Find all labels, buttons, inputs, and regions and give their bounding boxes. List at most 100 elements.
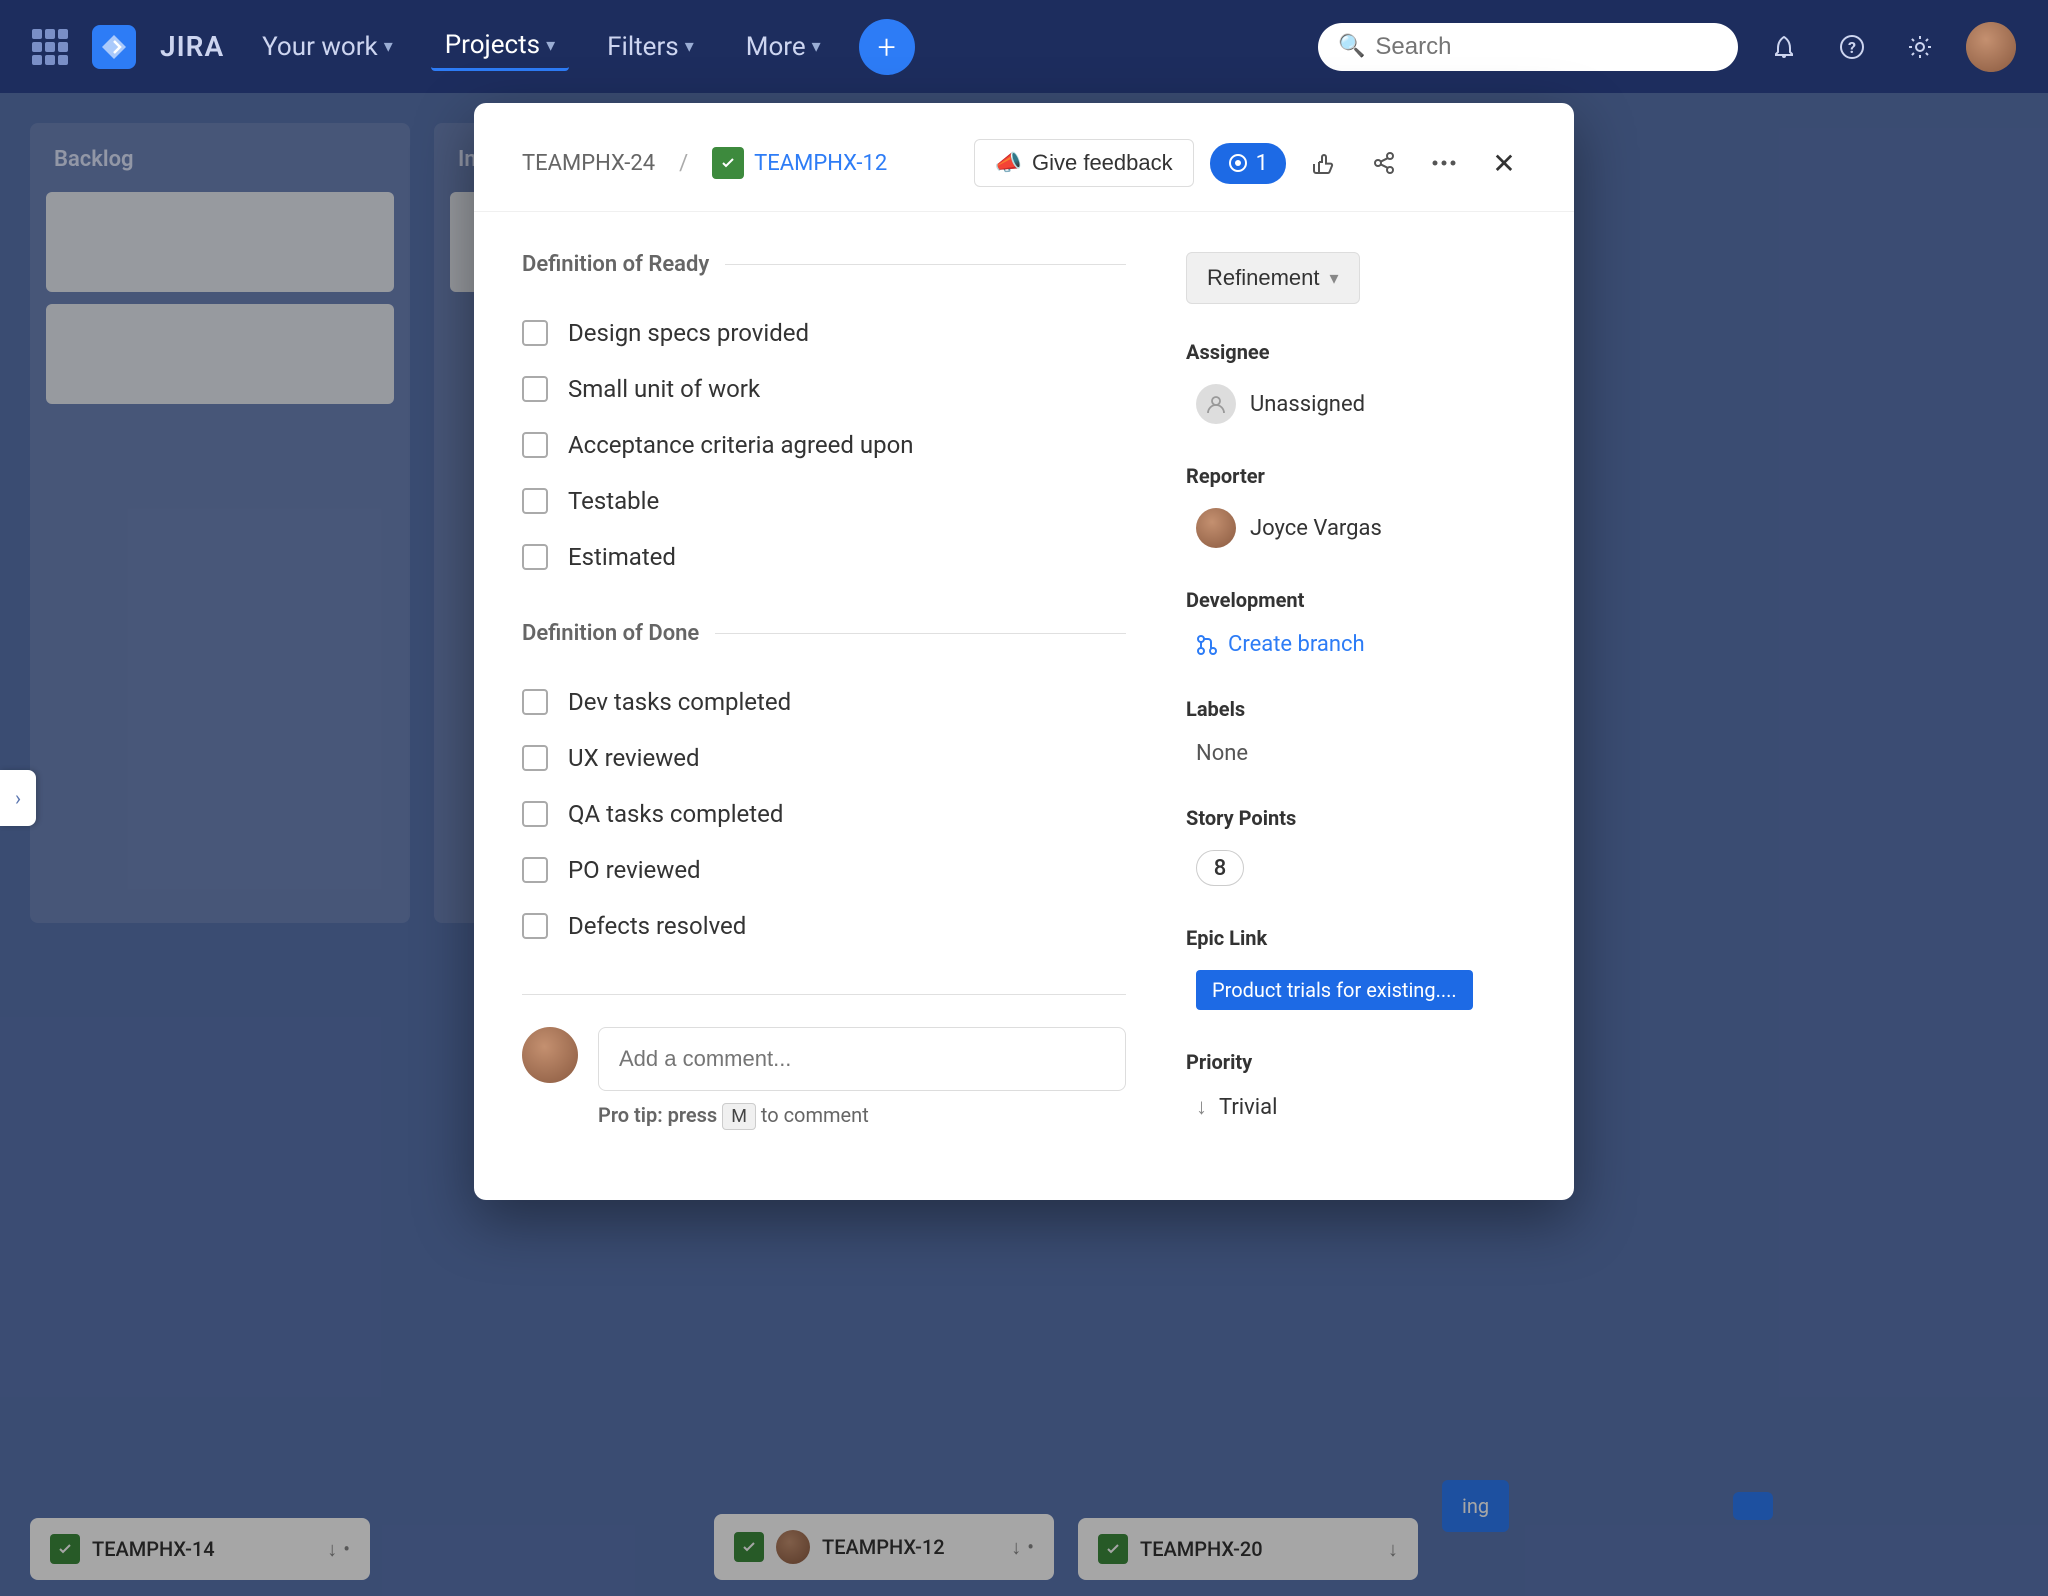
- checklist-label: Small unit of work: [568, 375, 760, 403]
- checkbox[interactable]: [522, 689, 548, 715]
- ready-section-header: Definition of Ready: [522, 252, 1126, 277]
- priority-field: Priority ↓ Trivial: [1186, 1050, 1526, 1128]
- checkbox[interactable]: [522, 913, 548, 939]
- priority-label: Priority: [1186, 1050, 1526, 1074]
- comment-tip: Pro tip: press M to comment: [598, 1103, 1126, 1130]
- checklist-label: PO reviewed: [568, 856, 701, 884]
- reporter-field: Reporter Joyce Vargas: [1186, 464, 1526, 556]
- nav-your-work[interactable]: Your work ▾: [248, 24, 407, 70]
- sprint-selector[interactable]: Refinement ▾: [1186, 252, 1360, 304]
- breadcrumb-issue: TEAMPHX-12: [712, 147, 887, 179]
- done-section-title: Definition of Done: [522, 621, 699, 646]
- assignee-value[interactable]: Unassigned: [1186, 376, 1526, 432]
- priority-value[interactable]: ↓ Trivial: [1186, 1086, 1526, 1128]
- checklist-label: Acceptance criteria agreed upon: [568, 431, 914, 459]
- checklist-item[interactable]: QA tasks completed: [522, 786, 1126, 842]
- modal-overlay: TEAMPHX-24 / TEAMPHX-12 📣 Give feedback: [0, 93, 2048, 1596]
- modal-header: TEAMPHX-24 / TEAMPHX-12 📣 Give feedback: [474, 103, 1574, 212]
- watch-button[interactable]: 1: [1210, 143, 1286, 184]
- jira-logo: [92, 25, 136, 69]
- comment-input[interactable]: [598, 1027, 1126, 1091]
- svg-text:?: ?: [1848, 38, 1856, 57]
- checkbox[interactable]: [522, 745, 548, 771]
- checklist-item[interactable]: Small unit of work: [522, 361, 1126, 417]
- issue-type-icon: [712, 147, 744, 179]
- help-button[interactable]: ?: [1830, 25, 1874, 69]
- modal-right-panel: Refinement ▾ Assignee Unassigned: [1186, 252, 1526, 1160]
- checklist-item[interactable]: Acceptance criteria agreed upon: [522, 417, 1126, 473]
- checklist-item[interactable]: Estimated: [522, 529, 1126, 585]
- breadcrumb-parent[interactable]: TEAMPHX-24: [522, 151, 655, 176]
- checkbox[interactable]: [522, 801, 548, 827]
- epic-link-value[interactable]: Product trials for existing....: [1196, 970, 1473, 1010]
- done-checklist: Dev tasks completed UX reviewed QA tasks…: [522, 674, 1126, 954]
- story-points-badge[interactable]: 8: [1196, 850, 1244, 886]
- section-divider-line: [715, 633, 1126, 634]
- checklist-label: UX reviewed: [568, 744, 700, 772]
- comment-input-wrap: Pro tip: press M to comment: [598, 1027, 1126, 1130]
- checklist-label: Design specs provided: [568, 319, 809, 347]
- checklist-item[interactable]: Design specs provided: [522, 305, 1126, 361]
- nav-more[interactable]: More ▾: [732, 24, 835, 70]
- unassigned-avatar: [1196, 384, 1236, 424]
- assignee-field: Assignee Unassigned: [1186, 340, 1526, 432]
- close-button[interactable]: ✕: [1482, 141, 1526, 185]
- checklist-label: Defects resolved: [568, 912, 746, 940]
- checkbox[interactable]: [522, 432, 548, 458]
- sidebar-expand-button[interactable]: ›: [0, 770, 36, 826]
- checklist-label: Dev tasks completed: [568, 688, 791, 716]
- search-bar[interactable]: 🔍: [1318, 23, 1738, 71]
- chevron-down-icon: ▾: [812, 36, 821, 57]
- checklist-label: Testable: [568, 487, 659, 515]
- notifications-button[interactable]: [1762, 25, 1806, 69]
- checklist-item[interactable]: PO reviewed: [522, 842, 1126, 898]
- create-button[interactable]: +: [859, 19, 915, 75]
- topnav: JIRA Your work ▾ Projects ▾ Filters ▾ Mo…: [0, 0, 2048, 93]
- comment-user-avatar: [522, 1027, 578, 1083]
- checkbox[interactable]: [522, 857, 548, 883]
- checklist-item[interactable]: Defects resolved: [522, 898, 1126, 954]
- development-label: Development: [1186, 588, 1526, 612]
- nav-projects[interactable]: Projects ▾: [431, 22, 569, 71]
- checklist-label: Estimated: [568, 543, 676, 571]
- ready-checklist: Design specs provided Small unit of work…: [522, 305, 1126, 585]
- assignee-label: Assignee: [1186, 340, 1526, 364]
- modal-header-actions: 📣 Give feedback 1: [974, 139, 1526, 187]
- priority-icon: ↓: [1196, 1094, 1207, 1120]
- labels-value[interactable]: None: [1186, 733, 1526, 774]
- reporter-label: Reporter: [1186, 464, 1526, 488]
- search-icon: 🔍: [1338, 34, 1365, 59]
- checklist-item[interactable]: UX reviewed: [522, 730, 1126, 786]
- labels-label: Labels: [1186, 697, 1526, 721]
- breadcrumb-issue-key[interactable]: TEAMPHX-12: [754, 151, 887, 176]
- modal-body: Definition of Ready Design specs provide…: [474, 212, 1574, 1200]
- checkbox[interactable]: [522, 544, 548, 570]
- user-avatar[interactable]: [1966, 22, 2016, 72]
- reporter-value[interactable]: Joyce Vargas: [1186, 500, 1526, 556]
- checklist-label: QA tasks completed: [568, 800, 783, 828]
- checkbox[interactable]: [522, 320, 548, 346]
- nav-filters[interactable]: Filters ▾: [593, 24, 708, 70]
- chevron-down-icon: ▾: [1330, 268, 1339, 289]
- story-points-field: Story Points 8: [1186, 806, 1526, 894]
- keyboard-shortcut-key: M: [722, 1103, 756, 1130]
- labels-field: Labels None: [1186, 697, 1526, 774]
- checkbox[interactable]: [522, 488, 548, 514]
- thumbs-up-button[interactable]: [1302, 141, 1346, 185]
- checklist-item[interactable]: Testable: [522, 473, 1126, 529]
- chevron-down-icon: ▾: [685, 36, 694, 57]
- reporter-avatar: [1196, 508, 1236, 548]
- modal-left-panel: Definition of Ready Design specs provide…: [522, 252, 1126, 1160]
- share-button[interactable]: [1362, 141, 1406, 185]
- create-branch-button[interactable]: Create branch: [1186, 624, 1526, 665]
- done-section-header: Definition of Done: [522, 621, 1126, 646]
- grid-menu-icon[interactable]: [32, 29, 68, 65]
- checkbox[interactable]: [522, 376, 548, 402]
- chevron-down-icon: ▾: [384, 36, 393, 57]
- ready-section-title: Definition of Ready: [522, 252, 709, 277]
- more-options-button[interactable]: [1422, 141, 1466, 185]
- settings-button[interactable]: [1898, 25, 1942, 69]
- checklist-item[interactable]: Dev tasks completed: [522, 674, 1126, 730]
- search-input[interactable]: [1375, 33, 1718, 61]
- feedback-button[interactable]: 📣 Give feedback: [974, 139, 1194, 187]
